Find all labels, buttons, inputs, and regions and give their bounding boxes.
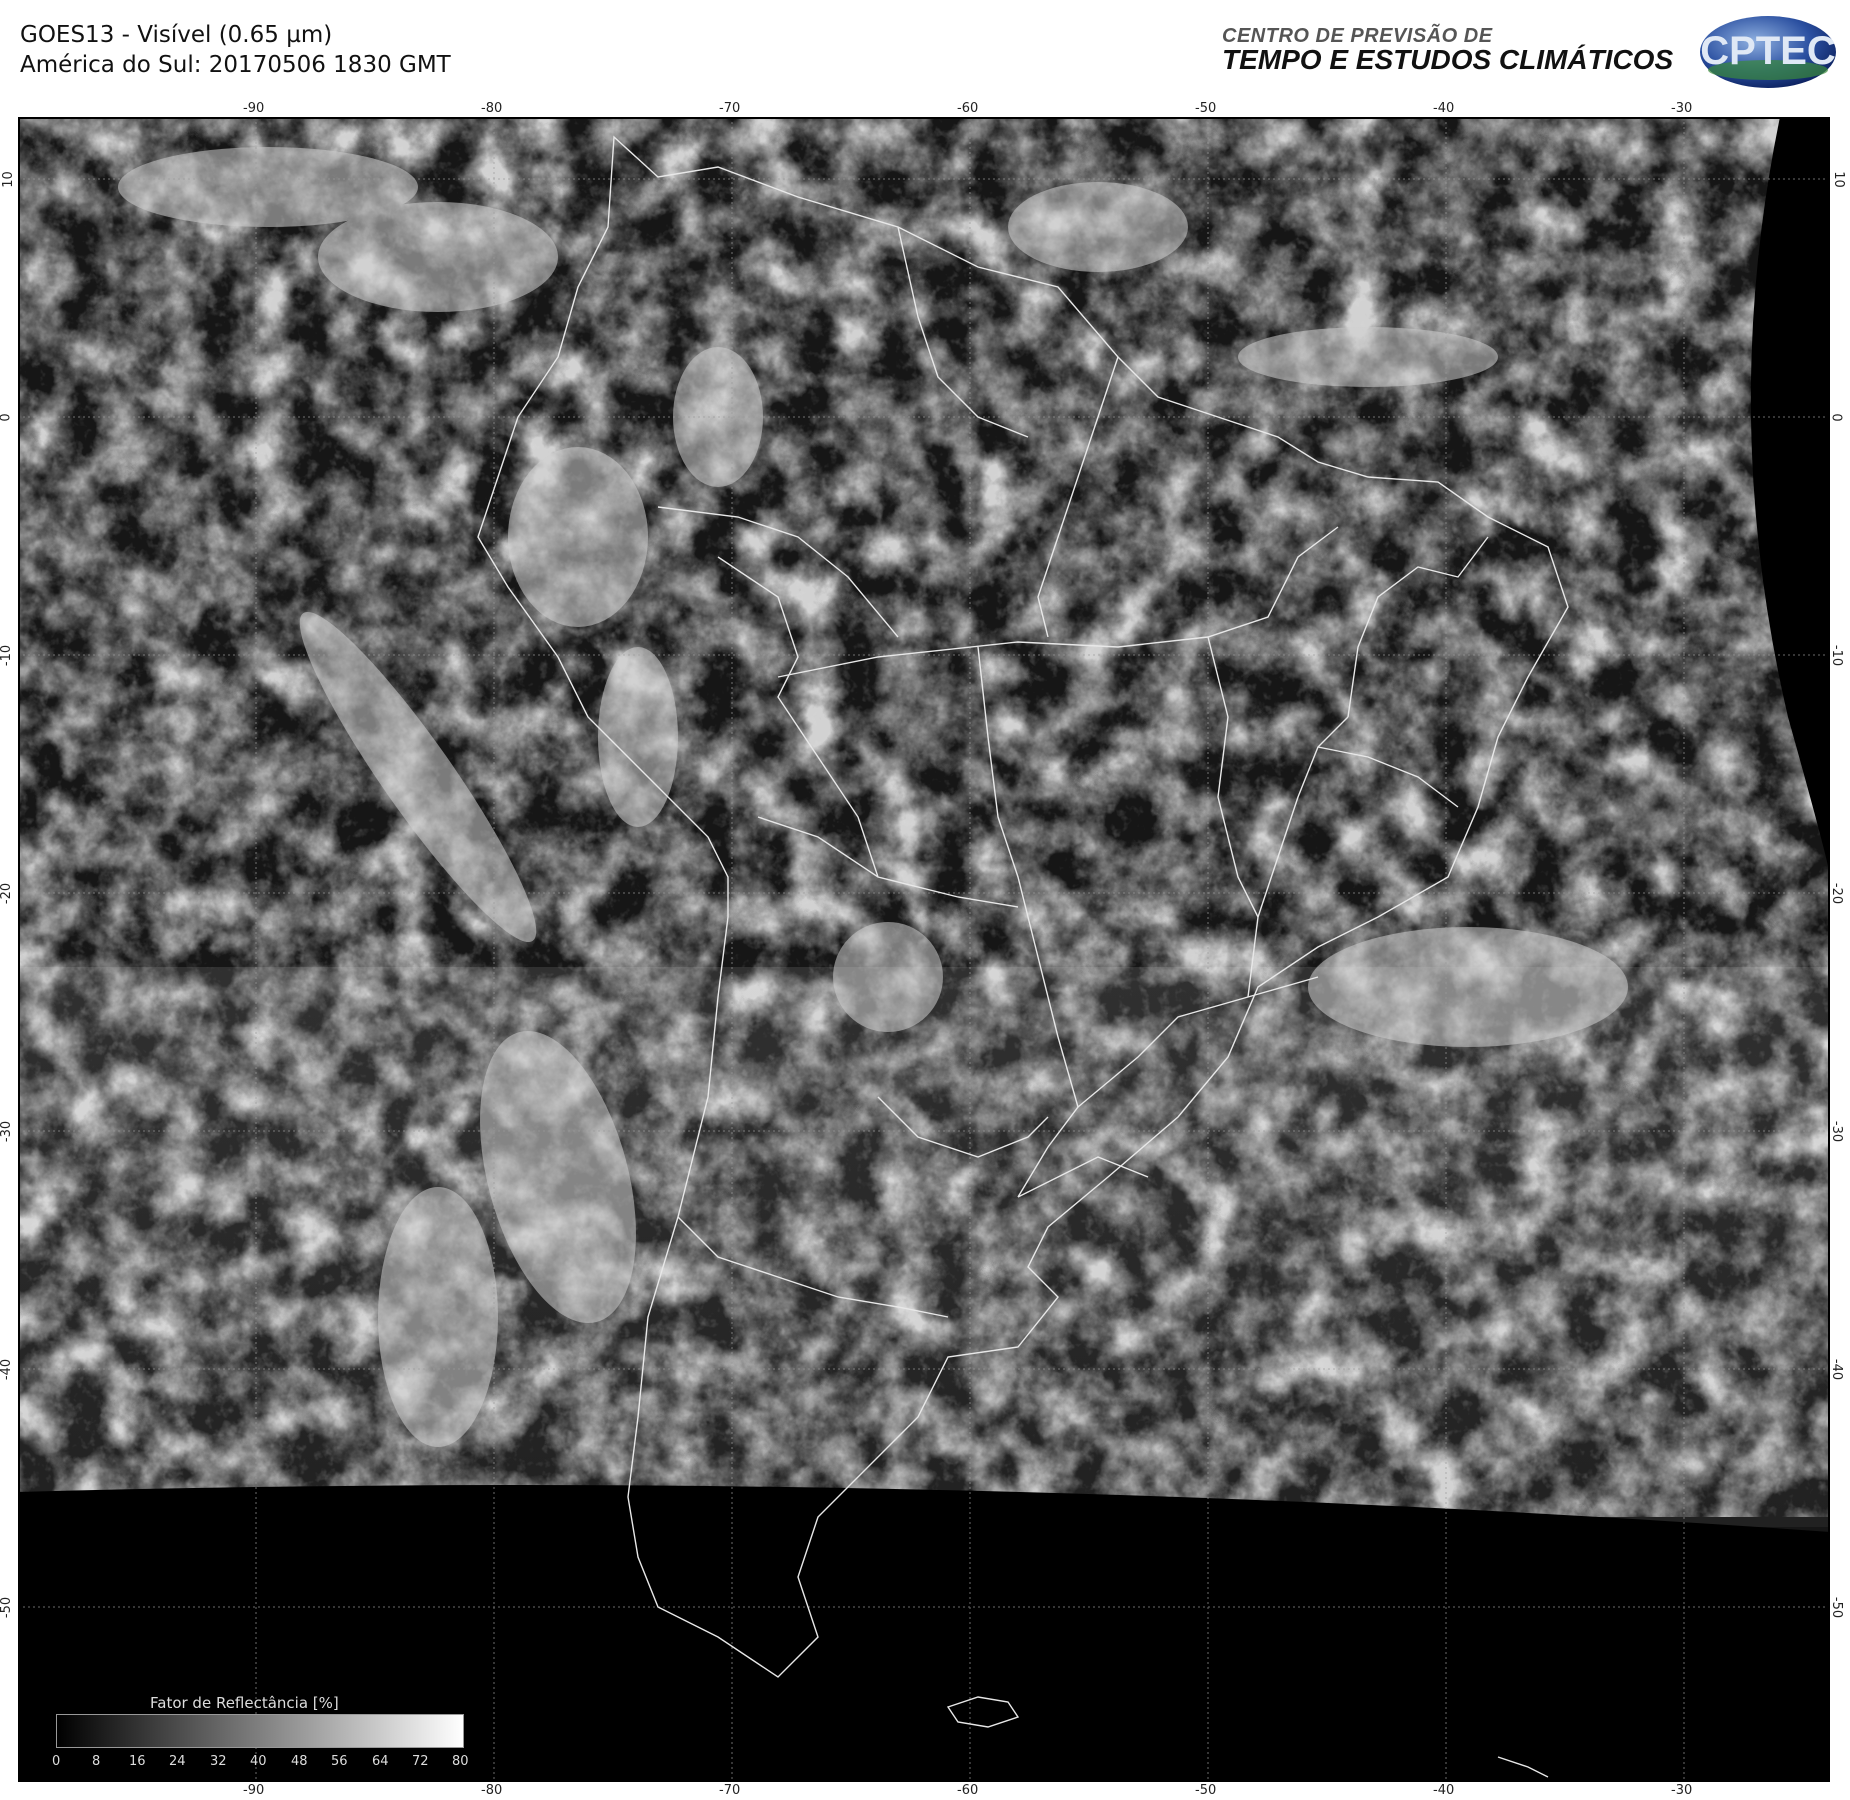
lat-tick-right: -10 (1829, 644, 1845, 667)
legend-label: 56 (331, 1754, 348, 1769)
legend-label: 32 (210, 1754, 227, 1769)
region-timestamp: América do Sul: 20170506 1830 GMT (20, 52, 451, 78)
legend-label: 72 (412, 1754, 429, 1769)
lat-tick-right: -20 (1829, 882, 1845, 905)
legend-label: 24 (169, 1754, 186, 1769)
org-name-line2: TEMPO E ESTUDOS CLIMÁTICOS (1222, 44, 1674, 75)
lon-tick-top: -50 (1195, 101, 1217, 116)
legend-label: 0 (52, 1754, 61, 1769)
lat-tick-right: 10 (1830, 171, 1846, 188)
header: GOES13 - Visível (0.65 µm) América do Su… (0, 0, 1850, 100)
lon-tick-bottom: -30 (1671, 1783, 1693, 1798)
lat-tick-right: -50 (1829, 1596, 1845, 1619)
lon-tick-top: -40 (1433, 101, 1455, 116)
product-title: GOES13 - Visível (0.65 µm) (20, 22, 333, 48)
lat-tick-left: 10 (0, 171, 16, 188)
legend-label: 64 (372, 1754, 389, 1769)
legend-label: 16 (129, 1754, 146, 1769)
legend-label: 80 (452, 1754, 469, 1769)
lat-tick-left: -50 (0, 1596, 15, 1619)
lat-tick-left: -10 (0, 644, 15, 667)
lon-tick-bottom: -90 (243, 1783, 265, 1798)
lon-tick-top: -30 (1671, 101, 1693, 116)
lon-tick-bottom: -50 (1195, 1783, 1217, 1798)
lat-tick-right: -30 (1829, 1120, 1845, 1143)
logo-text: CPTEC (1700, 29, 1836, 73)
lon-tick-top: -70 (719, 101, 741, 116)
reflectance-colorbar (56, 1714, 464, 1748)
satellite-map[interactable] (18, 117, 1830, 1782)
lat-tick-left: -30 (0, 1120, 15, 1143)
lon-tick-bottom: -80 (481, 1783, 503, 1798)
lat-tick-right: -40 (1829, 1358, 1845, 1381)
lon-tick-top: -60 (957, 101, 979, 116)
legend-label: 48 (291, 1754, 308, 1769)
lon-tick-top: -90 (243, 101, 265, 116)
lat-tick-right: 0 (1828, 413, 1844, 422)
lon-tick-bottom: -70 (719, 1783, 741, 1798)
legend-label: 40 (250, 1754, 267, 1769)
lat-tick-left: -40 (0, 1358, 15, 1381)
lon-tick-top: -80 (481, 101, 503, 116)
legend-label: 8 (92, 1754, 101, 1769)
lat-tick-left: 0 (0, 413, 14, 422)
lon-tick-bottom: -40 (1433, 1783, 1455, 1798)
lon-tick-bottom: -60 (957, 1783, 979, 1798)
satellite-image (18, 117, 1830, 1782)
cptec-logo: CPTEC (1700, 16, 1836, 88)
legend-title: Fator de Reflectância [%] (150, 1694, 339, 1712)
lat-tick-left: -20 (0, 882, 15, 905)
